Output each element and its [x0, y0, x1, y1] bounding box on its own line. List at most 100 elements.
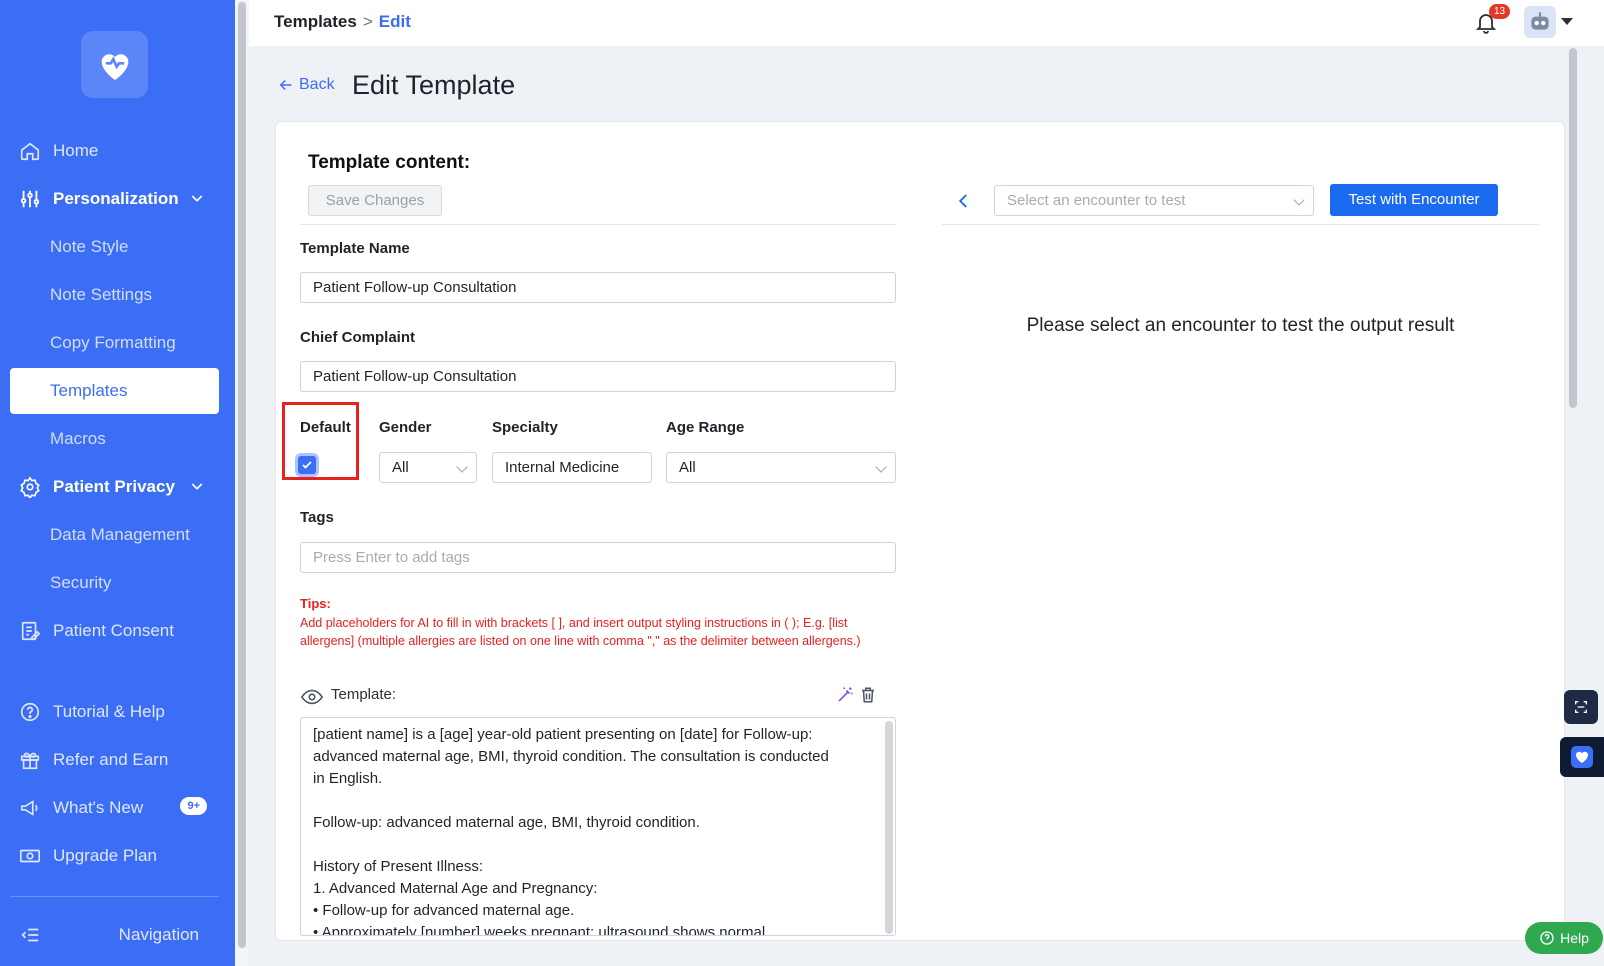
template-name-input[interactable]: Patient Follow-up Consultation	[300, 272, 896, 303]
chevron-down-icon	[189, 190, 205, 211]
template-line: • Follow-up for advanced maternal age.	[313, 902, 575, 919]
sidebar-divider	[10, 896, 219, 897]
top-bar: Templates > Edit 13	[249, 0, 1604, 46]
back-label: Back	[299, 76, 335, 93]
chevron-down-icon	[875, 461, 887, 473]
sidebar-item-copy-formatting[interactable]: Copy Formatting	[10, 320, 219, 366]
template-line: Follow-up: advanced maternal age, BMI, t…	[313, 814, 700, 831]
chevron-down-icon	[189, 478, 205, 499]
chevron-down-icon	[456, 461, 468, 473]
scrollbar-thumb[interactable]	[238, 2, 246, 948]
megaphone-icon	[19, 797, 41, 819]
sidebar-item-patient-consent[interactable]: Patient Consent	[10, 608, 219, 654]
tips-title: Tips:	[300, 596, 331, 611]
sidebar-item-data-management[interactable]: Data Management	[10, 512, 219, 558]
tags-input[interactable]: Press Enter to add tags	[300, 542, 896, 573]
chief-complaint-input[interactable]: Patient Follow-up Consultation	[300, 361, 896, 392]
sidebar-item-templates[interactable]: Templates	[10, 368, 219, 414]
trash-icon[interactable]	[859, 685, 877, 710]
breadcrumb-current: Edit	[378, 12, 411, 31]
heart-icon	[1571, 746, 1593, 768]
template-name-label: Template Name	[300, 240, 410, 257]
textarea-scrollbar[interactable]	[885, 721, 893, 934]
document-edit-icon	[19, 620, 41, 642]
sliders-icon	[19, 188, 41, 210]
question-circle-icon	[19, 701, 41, 723]
avatar[interactable]	[1524, 6, 1556, 38]
robot-icon	[1531, 12, 1549, 30]
page-title: Edit Template	[352, 70, 516, 100]
sidebar-item-refer-earn[interactable]: Refer and Earn	[10, 737, 219, 783]
magic-wand-icon[interactable]	[836, 686, 854, 709]
money-icon	[19, 845, 41, 867]
caret-down-icon[interactable]	[1561, 18, 1573, 25]
encounter-select[interactable]: Select an encounter to test	[994, 185, 1314, 216]
sidebar: Home Personalization Note Style Note Set…	[0, 0, 235, 966]
specialty-input[interactable]: Internal Medicine	[492, 452, 652, 483]
collapse-menu-icon	[19, 924, 41, 946]
chevron-left-icon[interactable]	[955, 190, 973, 217]
sidebar-item-label: What's New	[53, 798, 144, 817]
scrollbar-thumb[interactable]	[1569, 48, 1577, 408]
scan-button[interactable]	[1564, 690, 1598, 724]
age-range-label: Age Range	[666, 419, 745, 436]
sidebar-item-note-style[interactable]: Note Style	[10, 224, 219, 270]
sidebar-item-label: Security	[50, 573, 112, 592]
sidebar-item-label: Navigation	[118, 925, 199, 944]
sidebar-item-label: Refer and Earn	[53, 750, 169, 769]
sidebar-item-personalization[interactable]: Personalization	[10, 176, 219, 222]
sidebar-item-label: Copy Formatting	[50, 333, 176, 352]
gender-label: Gender	[379, 419, 432, 436]
sidebar-item-macros[interactable]: Macros	[10, 416, 219, 462]
breadcrumb-root[interactable]: Templates	[274, 12, 357, 31]
sidebar-item-tutorial-help[interactable]: Tutorial & Help	[10, 689, 219, 735]
home-icon	[19, 140, 41, 162]
sidebar-item-note-settings[interactable]: Note Settings	[10, 272, 219, 318]
gender-select[interactable]: All	[379, 452, 477, 483]
tips-body: Add placeholders for AI to fill in with …	[300, 616, 861, 648]
test-with-encounter-button[interactable]: Test with Encounter	[1330, 184, 1498, 216]
new-badge: 9+	[180, 797, 207, 815]
sidebar-scrollbar[interactable]	[235, 0, 249, 966]
encounter-select-placeholder: Select an encounter to test	[1007, 192, 1186, 209]
highlight-box	[282, 402, 359, 480]
back-link[interactable]: Back	[277, 76, 335, 94]
sidebar-item-label: Note Settings	[50, 285, 153, 304]
help-button[interactable]: Help	[1525, 922, 1603, 954]
template-line: History of Present Illness:	[313, 858, 484, 875]
sidebar-item-label: Tutorial & Help	[53, 702, 165, 721]
age-range-select[interactable]: All	[666, 452, 896, 483]
sidebar-item-security[interactable]: Security	[10, 560, 219, 606]
app-widget-button[interactable]	[1560, 737, 1604, 777]
age-range-value: All	[679, 459, 696, 476]
template-line: • Approximately [number] weeks pregnant;…	[313, 924, 766, 936]
empty-state-message: Please select an encounter to test the o…	[1026, 315, 1455, 336]
help-label: Help	[1560, 930, 1589, 946]
sidebar-item-label: Patient Consent	[53, 621, 174, 640]
template-textarea[interactable]: [patient name] is a [age] year-old patie…	[300, 717, 896, 936]
question-circle-icon	[1540, 931, 1554, 945]
chief-complaint-label: Chief Complaint	[300, 329, 415, 346]
sidebar-item-upgrade-plan[interactable]: Upgrade Plan	[10, 833, 219, 879]
divider	[300, 224, 896, 225]
app-logo[interactable]	[81, 31, 148, 98]
gear-icon	[19, 476, 41, 498]
sidebar-item-whats-new[interactable]: What's New 9+	[10, 785, 219, 831]
sidebar-item-label: Data Management	[50, 525, 190, 544]
sidebar-collapse-toggle[interactable]: Navigation	[10, 912, 219, 958]
gender-value: All	[392, 459, 409, 476]
sidebar-item-patient-privacy[interactable]: Patient Privacy	[10, 464, 219, 510]
template-line: 1. Advanced Maternal Age and Pregnancy:	[313, 880, 598, 897]
sidebar-item-label: Personalization	[53, 189, 179, 208]
arrow-left-icon	[279, 79, 292, 91]
specialty-label: Specialty	[492, 419, 558, 436]
eye-icon[interactable]	[300, 689, 324, 710]
breadcrumb-separator: >	[362, 12, 373, 31]
sidebar-item-label: Macros	[50, 429, 106, 448]
main-scrollbar[interactable]	[1566, 46, 1580, 936]
sidebar-item-home[interactable]: Home	[10, 128, 219, 174]
save-changes-button[interactable]: Save Changes	[308, 185, 442, 216]
tags-label: Tags	[300, 509, 334, 526]
chevron-down-icon	[1293, 194, 1305, 206]
template-line: advanced maternal age, BMI, thyroid cond…	[313, 748, 829, 765]
